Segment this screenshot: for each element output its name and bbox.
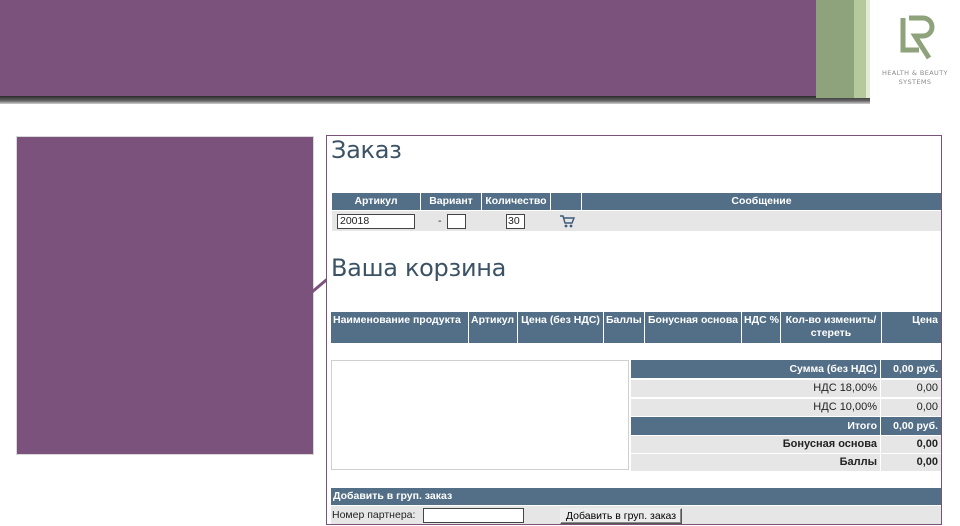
summary-total-label: Итого (631, 417, 881, 435)
summary-points-label: Баллы (631, 454, 881, 471)
cart-icon[interactable] (559, 215, 575, 228)
header-banner (0, 0, 816, 96)
column-header-price: Цена (882, 312, 941, 343)
column-header-points: Баллы (604, 312, 645, 343)
basket-items-area (331, 360, 629, 470)
summary-sum-value: 0,00 руб. (881, 360, 941, 378)
variant-input[interactable] (447, 214, 466, 229)
lr-logo-icon (900, 15, 935, 60)
order-frame: Заказ Артикул Вариант Количество Сообщен… (326, 135, 942, 525)
summary-vat10-label: НДС 10,00% (631, 399, 881, 416)
header-stripe (854, 0, 866, 98)
basket-title: Ваша корзина (331, 254, 507, 282)
column-header-bonus-base: Бонусная основа (645, 312, 742, 343)
message-cell (582, 211, 941, 231)
summary-sum-label: Сумма (без НДС) (631, 360, 881, 378)
summary-points-value: 0,00 (881, 454, 941, 471)
article-input[interactable]: 20018 (337, 214, 415, 229)
variant-dash: - (438, 215, 442, 227)
column-header-basket-article: Артикул (469, 312, 518, 343)
column-header-vat: НДС % (742, 312, 781, 343)
logo-tagline-2: SYSTEMS (898, 78, 932, 86)
side-panel (16, 136, 314, 455)
partner-number-input[interactable] (423, 508, 524, 523)
header-stripe (816, 0, 854, 98)
summary-vat10-value: 0,00 (881, 399, 941, 416)
column-header-price-no-vat: Цена (без НДС) (518, 312, 604, 343)
header-shadow (0, 96, 870, 104)
column-header-product-name: Наименование продукта (331, 312, 469, 343)
column-header-variant: Вариант (421, 193, 482, 210)
summary-vat18-label: НДС 18,00% (631, 380, 881, 397)
column-header-article: Артикул (332, 193, 421, 210)
column-header-cart (551, 193, 582, 210)
column-header-qty: Кол-во изменить/стереть (781, 312, 882, 343)
logo-tagline-1: HEALTH & BEAUTY (882, 69, 948, 77)
quantity-input[interactable]: 30 (506, 214, 525, 229)
order-title: Заказ (331, 136, 402, 164)
column-header-message: Сообщение (582, 193, 941, 210)
summary-bonus-value: 0,00 (881, 436, 941, 453)
group-order-header: Добавить в груп. заказ (331, 488, 941, 505)
summary-bonus-label: Бонусная основа (631, 436, 881, 453)
partner-number-label: Номер партнера: (332, 509, 416, 521)
add-to-group-order-button[interactable]: Добавить в груп. заказ (560, 508, 682, 524)
summary-vat18-value: 0,00 (881, 380, 941, 397)
summary-total-value: 0,00 руб. (881, 417, 941, 435)
brand-logo: HEALTH & BEAUTY SYSTEMS (870, 0, 960, 98)
column-header-quantity: Количество (482, 193, 551, 210)
